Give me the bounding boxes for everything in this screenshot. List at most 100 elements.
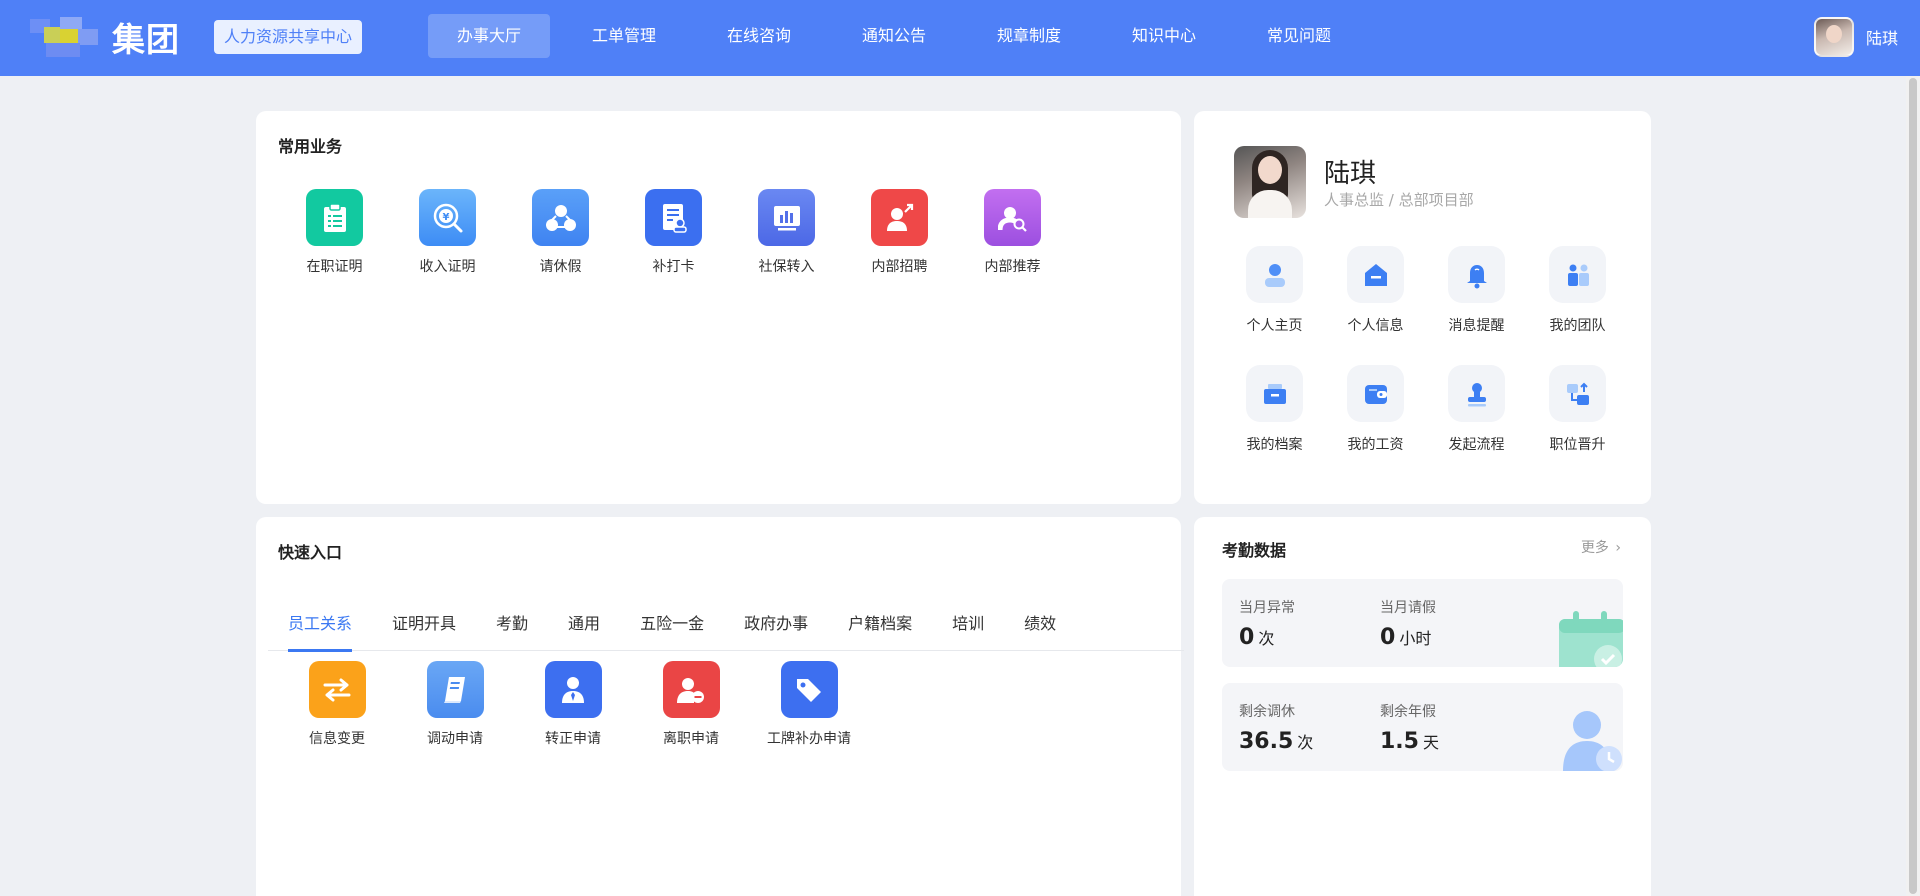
user-tie-icon [544,661,602,718]
tab-employee-relations[interactable]: 员工关系 [288,597,353,652]
logo[interactable]: 集团 [30,14,180,60]
link-my-salary[interactable]: 我的工资 [1325,365,1426,454]
profile-role: 人事总监 / 总部项目部 [1324,191,1474,209]
user-remove-icon [662,661,720,718]
svg-text:¥: ¥ [442,212,449,223]
entry-info-change[interactable]: 信息变更 [278,661,396,748]
entry-label: 调动申请 [427,731,483,747]
stat-remaining-annual-leave: 剩余年假 1.5 天 [1380,701,1439,754]
avatar[interactable] [1813,17,1854,57]
bar-chart-icon [758,189,815,246]
wallet-icon [1347,365,1404,422]
link-personal-info[interactable]: 个人信息 [1325,246,1426,335]
page-scrollbar[interactable] [1906,76,1920,896]
tab-performance[interactable]: 绩效 [1024,597,1056,651]
link-notifications[interactable]: 消息提醒 [1426,246,1527,335]
user-menu[interactable]: 陆琪 [1813,17,1898,57]
quick-entry-card: 快速入口 员工关系 证明开具 考勤 通用 五险一金 政府办事 户籍档案 培训 绩… [256,517,1184,896]
entry-regularization-request[interactable]: 转正申请 [514,661,632,748]
stat-label: 当月请假 [1380,600,1436,616]
scrollbar-thumb[interactable] [1909,78,1917,894]
business-item-label: 社保转入 [758,259,815,275]
tab-social-insurance[interactable]: 五险一金 [640,597,704,651]
calendar-check-icon [1559,611,1623,667]
document-user-icon [645,189,702,246]
stat-remaining-comp-time: 剩余调休 36.5 次 [1239,701,1313,754]
quick-link-label: 我的团队 [1549,318,1606,334]
card-title: 考勤数据 [1222,541,1287,560]
stat-value: 0 [1239,625,1255,650]
business-item-label: 在职证明 [306,259,363,275]
quick-entry-list: 信息变更 调动申请 转正申请 离职申请 工牌补办申请 [278,661,868,748]
stat-monthly-abnormal: 当月异常 0次 [1239,597,1295,650]
quick-link-label: 发起流程 [1448,437,1505,453]
stat-unit: 小时 [1399,629,1432,648]
nav-item-notices[interactable]: 通知公告 [833,14,955,58]
bell-icon [1448,246,1505,303]
profile-name: 陆琪 [1324,159,1377,189]
business-item-internal-referral[interactable]: 内部推荐 [956,189,1069,276]
nav-item-tickets[interactable]: 工单管理 [563,14,685,58]
nav-item-rules[interactable]: 规章制度 [968,14,1090,58]
link-start-workflow[interactable]: 发起流程 [1426,365,1527,454]
business-item-leave[interactable]: 请休假 [504,189,617,276]
quick-link-label: 我的档案 [1246,437,1303,453]
link-promotion[interactable]: 职位晋升 [1527,365,1628,454]
business-item-label: 请休假 [539,259,582,275]
card-title: 常用业务 [278,137,343,156]
stat-value: 1.5 [1380,729,1419,754]
business-item-label: 收入证明 [419,259,476,275]
book-icon [426,661,484,718]
entry-transfer-request[interactable]: 调动申请 [396,661,514,748]
stat-label: 当月异常 [1239,600,1295,616]
attendance-card: 考勤数据 更多 › 当月异常 0次 当月请假 0 小时 剩余调休 36.5 次 剩余… [1194,517,1651,896]
entry-label: 工牌补办申请 [767,731,851,747]
nav-item-consult[interactable]: 在线咨询 [698,14,820,58]
business-item-label: 内部招聘 [871,259,928,275]
more-link-label: 更多 [1580,540,1609,556]
business-item-internal-recruit[interactable]: 内部招聘 [843,189,956,276]
tab-household-records[interactable]: 户籍档案 [848,597,912,651]
tab-certificates[interactable]: 证明开具 [392,597,456,651]
nav-item-knowledge[interactable]: 知识中心 [1103,14,1225,58]
quick-entry-tabs: 员工关系 证明开具 考勤 通用 五险一金 政府办事 户籍档案 培训 绩效 [268,597,1184,652]
quick-link-label: 消息提醒 [1448,318,1505,334]
tab-attendance[interactable]: 考勤 [496,597,528,651]
stat-value: 0 [1380,625,1396,650]
logo-mark-icon [30,15,108,59]
nav-item-faq[interactable]: 常见问题 [1238,14,1360,58]
entry-label: 转正申请 [545,731,601,747]
entry-badge-replacement[interactable]: 工牌补办申请 [750,661,868,748]
nav-item-hall[interactable]: 办事大厅 [428,14,550,58]
card-title: 快速入口 [278,543,343,562]
swap-arrows-icon [308,661,366,718]
chevron-right-icon: › [1615,540,1621,556]
header-user-name[interactable]: 陆琪 [1866,25,1898,49]
yen-coin-icon: ¥ [419,189,476,246]
brand-name: 集团 [112,20,180,59]
business-item-missed-punch[interactable]: 补打卡 [617,189,730,276]
user-arrow-icon [871,189,928,246]
tab-training[interactable]: 培训 [952,597,984,651]
link-my-archive[interactable]: 我的档案 [1224,365,1325,454]
profile-card: 陆琪 人事总监 / 总部项目部 个人主页 个人信息 消息提醒 我的团队 我的档案… [1194,111,1651,504]
business-item-social-security[interactable]: 社保转入 [730,189,843,276]
link-my-team[interactable]: 我的团队 [1527,246,1628,335]
stat-unit: 天 [1422,733,1439,752]
attendance-monthly-box: 当月异常 0次 当月请假 0 小时 [1222,579,1623,667]
more-link[interactable]: 更多 › [1581,537,1621,557]
main-nav: 办事大厅 工单管理 在线咨询 通知公告 规章制度 知识中心 常见问题 [428,14,1373,58]
business-item-label: 补打卡 [652,259,695,275]
tab-government-affairs[interactable]: 政府办事 [744,597,808,651]
tab-general[interactable]: 通用 [568,597,600,651]
quick-link-label: 个人主页 [1246,318,1303,334]
person-clock-icon [1563,711,1622,771]
business-item-employment-cert[interactable]: 在职证明 [278,189,391,276]
attendance-balance-box: 剩余调休 36.5 次 剩余年假 1.5 天 [1222,683,1623,771]
profile-quick-links: 个人主页 个人信息 消息提醒 我的团队 我的档案 我的工资 发起流程 职位晋升 [1224,246,1628,454]
business-item-income-cert[interactable]: ¥ 收入证明 [391,189,504,276]
business-item-label: 内部推荐 [984,259,1041,275]
link-personal-home[interactable]: 个人主页 [1224,246,1325,335]
stamp-icon [1448,365,1505,422]
entry-resignation-request[interactable]: 离职申请 [632,661,750,748]
